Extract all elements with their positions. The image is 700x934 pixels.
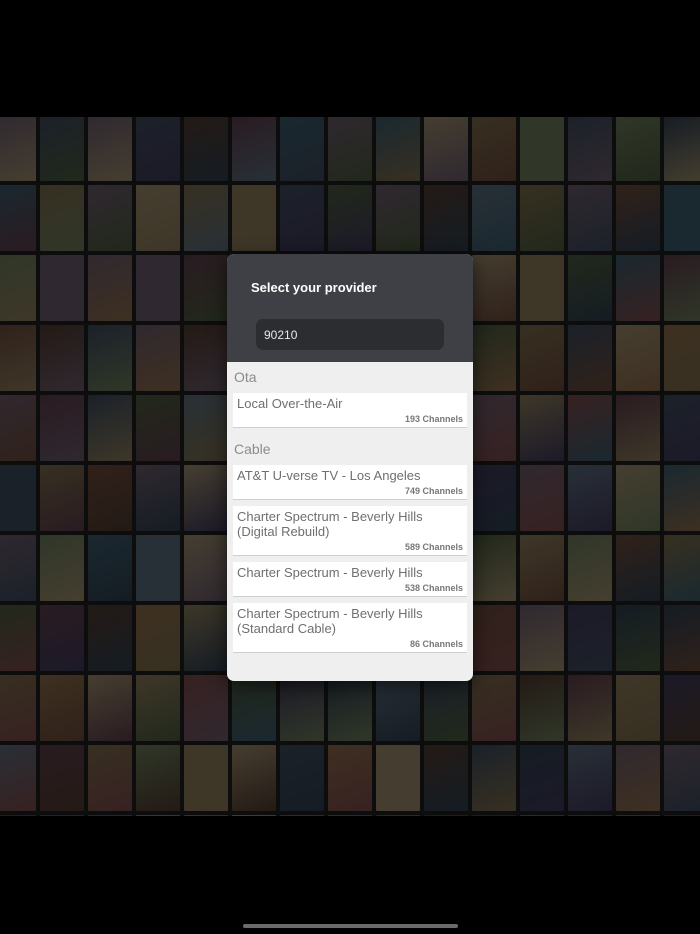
provider-item-att-uverse[interactable]: AT&T U-verse TV - Los Angeles 749 Channe…: [233, 465, 467, 500]
provider-name: Charter Spectrum - Beverly Hills (Standa…: [237, 606, 423, 636]
provider-item-charter-beverly-hills[interactable]: Charter Spectrum - Beverly Hills 538 Cha…: [233, 562, 467, 597]
provider-name: Local Over-the-Air: [237, 396, 343, 411]
modal-header: Select your provider: [227, 254, 473, 362]
provider-select-modal: Select your provider Ota Local Over-the-…: [227, 254, 473, 681]
zip-code-input[interactable]: [256, 319, 444, 350]
channel-count: 86 Channels: [409, 639, 463, 649]
section-header-cable: Cable: [234, 441, 271, 457]
provider-item-charter-standard-cable[interactable]: Charter Spectrum - Beverly Hills (Standa…: [233, 603, 467, 653]
provider-name: AT&T U-verse TV - Los Angeles: [237, 468, 421, 483]
channel-count: 193 Channels: [404, 414, 463, 424]
provider-item-charter-digital-rebuild[interactable]: Charter Spectrum - Beverly Hills (Digita…: [233, 506, 467, 556]
home-indicator-bar[interactable]: [243, 924, 458, 928]
provider-item-local-ota[interactable]: Local Over-the-Air 193 Channels: [233, 393, 467, 428]
channel-count: 538 Channels: [404, 583, 463, 593]
provider-list[interactable]: Ota Local Over-the-Air 193 Channels Cabl…: [227, 362, 473, 681]
provider-name: Charter Spectrum - Beverly Hills (Digita…: [237, 509, 423, 539]
modal-title: Select your provider: [251, 280, 377, 295]
channel-count: 749 Channels: [404, 486, 463, 496]
channel-count: 589 Channels: [404, 542, 463, 552]
provider-name: Charter Spectrum - Beverly Hills: [237, 565, 423, 580]
section-header-ota: Ota: [234, 369, 257, 385]
